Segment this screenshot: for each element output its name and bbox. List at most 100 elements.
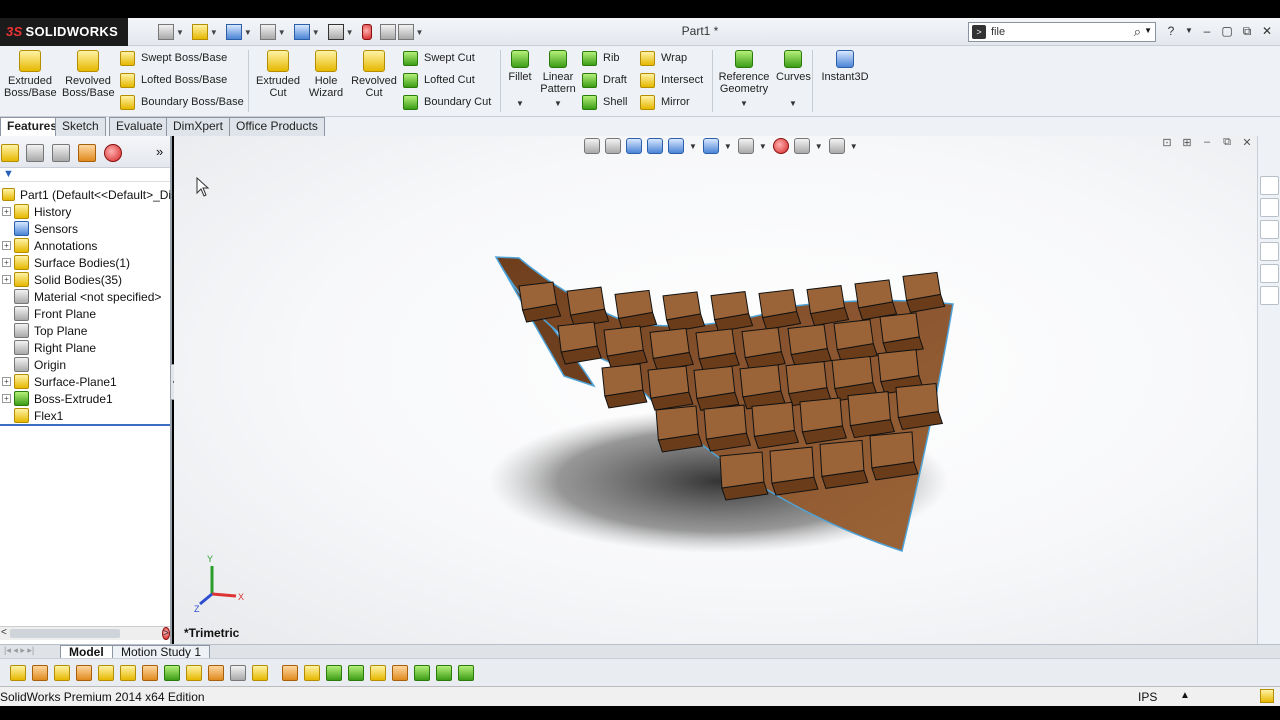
scroll-thumb[interactable] (10, 629, 120, 638)
revolved-cut-toolbar-icon[interactable] (142, 665, 158, 681)
appearances-scenes-icon[interactable] (1260, 264, 1279, 283)
print-dropdown-arrow[interactable]: ▼ (278, 28, 286, 37)
tree-item-surface-plane1[interactable]: + Surface-Plane1 (2, 373, 117, 390)
tree-item-annotations[interactable]: + Annotations (2, 237, 97, 254)
expand-toggle-icon[interactable]: + (2, 258, 11, 267)
tab-sketch[interactable]: Sketch (55, 117, 106, 136)
lofted-boss-button[interactable]: Lofted Boss/Base (120, 71, 227, 89)
rebuild-status-icon[interactable] (1260, 689, 1274, 703)
lofted-cut-button[interactable]: Lofted Cut (403, 71, 475, 89)
feature-manager-tab-icon[interactable] (1, 144, 19, 162)
swept-cut-toolbar-icon[interactable] (164, 665, 180, 681)
select-pointer-icon[interactable] (327, 24, 344, 40)
shell-toolbar-icon[interactable] (326, 665, 342, 681)
revolved-boss-button[interactable]: Revolved Boss/Base (62, 50, 115, 99)
model-viewport[interactable] (174, 136, 1257, 644)
design-library-icon[interactable] (1260, 198, 1279, 217)
tree-root-part[interactable]: Part1 (Default<<Default>_Disp (2, 186, 184, 203)
expand-toggle-icon[interactable]: + (2, 241, 11, 250)
draft-toolbar-icon[interactable] (348, 665, 364, 681)
custom-properties-icon[interactable] (1260, 286, 1279, 305)
extruded-cut-button[interactable]: Extruded Cut (254, 50, 302, 99)
pattern-dropdown-arrow[interactable]: ▼ (554, 99, 562, 108)
hole-wizard-toolbar-icon[interactable] (230, 665, 246, 681)
mirror-toolbar-icon[interactable] (370, 665, 386, 681)
rib-toolbar-icon[interactable] (304, 665, 320, 681)
command-search-icon[interactable]: > (972, 25, 986, 39)
tree-item-sensors[interactable]: Sensors (2, 220, 78, 237)
reference-geometry-button[interactable]: Reference Geometry (716, 50, 772, 95)
expand-toggle-icon[interactable]: + (2, 207, 11, 216)
options-icon[interactable] (397, 24, 414, 40)
display-manager-tab-icon[interactable] (104, 144, 122, 162)
search-icon[interactable]: ⌕ (1134, 24, 1141, 40)
lofted-boss-toolbar-icon[interactable] (76, 665, 92, 681)
tree-filter[interactable]: ▼ (0, 168, 170, 182)
linear-pattern-button[interactable]: Linear Pattern (538, 50, 578, 95)
lofted-cut-toolbar-icon[interactable] (186, 665, 202, 681)
tree-item-solid-bodies-35[interactable]: + Solid Bodies(35) (2, 271, 122, 288)
reference-geometry-toolbar-icon[interactable] (414, 665, 430, 681)
draft-button[interactable]: Draft (582, 71, 627, 89)
rebuild-icon[interactable] (361, 24, 372, 40)
curves-dropdown-arrow[interactable]: ▼ (789, 99, 797, 108)
expand-toggle-icon[interactable]: + (2, 275, 11, 284)
tree-item-boss-extrude1[interactable]: + Boss-Extrude1 (2, 390, 113, 407)
solidworks-resources-icon[interactable] (1260, 176, 1279, 195)
tree-item-flex1[interactable]: Flex1 (2, 407, 63, 424)
scroll-left-arrow[interactable]: < (1, 627, 7, 638)
expand-toggle-icon[interactable]: + (2, 377, 11, 386)
help-dropdown-arrow[interactable]: ▼ (1180, 23, 1198, 39)
expand-panel-chevron-icon[interactable]: » (156, 144, 163, 159)
print-icon[interactable] (259, 24, 276, 40)
property-manager-tab-icon[interactable] (26, 144, 44, 162)
mirror-button[interactable]: Mirror (640, 93, 690, 111)
curves-button[interactable]: Curves (776, 50, 811, 83)
fillet-button[interactable]: Fillet (505, 50, 535, 83)
save-dropdown-arrow[interactable]: ▼ (244, 28, 252, 37)
tree-item-material-not-specified[interactable]: Material <not specified> (2, 288, 161, 305)
extruded-boss-toolbar-icon[interactable] (10, 665, 26, 681)
new-document-icon[interactable] (158, 24, 174, 40)
instant3d-button[interactable]: Instant3D (818, 50, 872, 83)
view-palette-icon[interactable] (1260, 242, 1279, 261)
wrap-button[interactable]: Wrap (640, 49, 687, 67)
open-dropdown-arrow[interactable]: ▼ (210, 28, 218, 37)
revolved-boss-toolbar-icon[interactable] (32, 665, 48, 681)
linear-pattern-toolbar-icon[interactable] (392, 665, 408, 681)
tab-motion-study-1[interactable]: Motion Study 1 (112, 645, 211, 659)
rollback-bar[interactable] (0, 424, 170, 426)
boundary-boss-toolbar-icon[interactable] (98, 665, 114, 681)
filter-icon[interactable]: ▼ (3, 168, 14, 180)
fillet-dropdown-arrow[interactable]: ▼ (516, 99, 524, 108)
dimxpert-manager-tab-icon[interactable] (78, 144, 96, 162)
tab-dimxpert[interactable]: DimXpert (166, 117, 231, 136)
boundary-boss-button[interactable]: Boundary Boss/Base (120, 93, 244, 111)
tab-model[interactable]: Model (60, 645, 113, 659)
shell-button[interactable]: Shell (582, 93, 627, 111)
solidworks-logo[interactable]: 3S SOLIDWORKS (0, 18, 128, 46)
tab-office-products[interactable]: Office Products (229, 117, 325, 136)
tree-item-front-plane[interactable]: Front Plane (2, 305, 96, 322)
restore-button[interactable]: ▢ (1218, 23, 1236, 39)
chamfer-toolbar-icon[interactable] (282, 665, 298, 681)
scroll-right-arrow[interactable]: > (162, 627, 170, 640)
unit-system[interactable]: IPS (1138, 690, 1157, 704)
tab-scroll-arrows[interactable]: |◂ ◂ ▸ ▸| (4, 645, 34, 656)
curves-toolbar-icon[interactable] (436, 665, 452, 681)
options-dropdown-arrow[interactable]: ▼ (416, 28, 424, 37)
select-dropdown-arrow[interactable]: ▼ (346, 28, 354, 37)
tree-item-surface-bodies-1[interactable]: + Surface Bodies(1) (2, 254, 130, 271)
fillet-toolbar-icon[interactable] (252, 665, 268, 681)
graphics-area[interactable]: ▼ ▼ ▼ ▼ ▼ ⊡ ⊞ – ⧉ ✕ Y X Z *Trimetric (174, 136, 1257, 644)
unit-system-arrow-icon[interactable]: ▲ (1180, 690, 1190, 701)
revolved-cut-button[interactable]: Revolved Cut (350, 50, 398, 99)
minimize-button[interactable]: – (1198, 23, 1216, 39)
tree-item-right-plane[interactable]: Right Plane (2, 339, 96, 356)
swept-cut-button[interactable]: Swept Cut (403, 49, 475, 67)
swept-boss-button[interactable]: Swept Boss/Base (120, 49, 227, 67)
file-explorer-icon[interactable] (1260, 220, 1279, 239)
open-folder-icon[interactable] (191, 24, 208, 40)
tree-horizontal-scrollbar[interactable]: < > (0, 626, 170, 640)
search-dropdown-arrow[interactable]: ▼ (1144, 26, 1152, 35)
